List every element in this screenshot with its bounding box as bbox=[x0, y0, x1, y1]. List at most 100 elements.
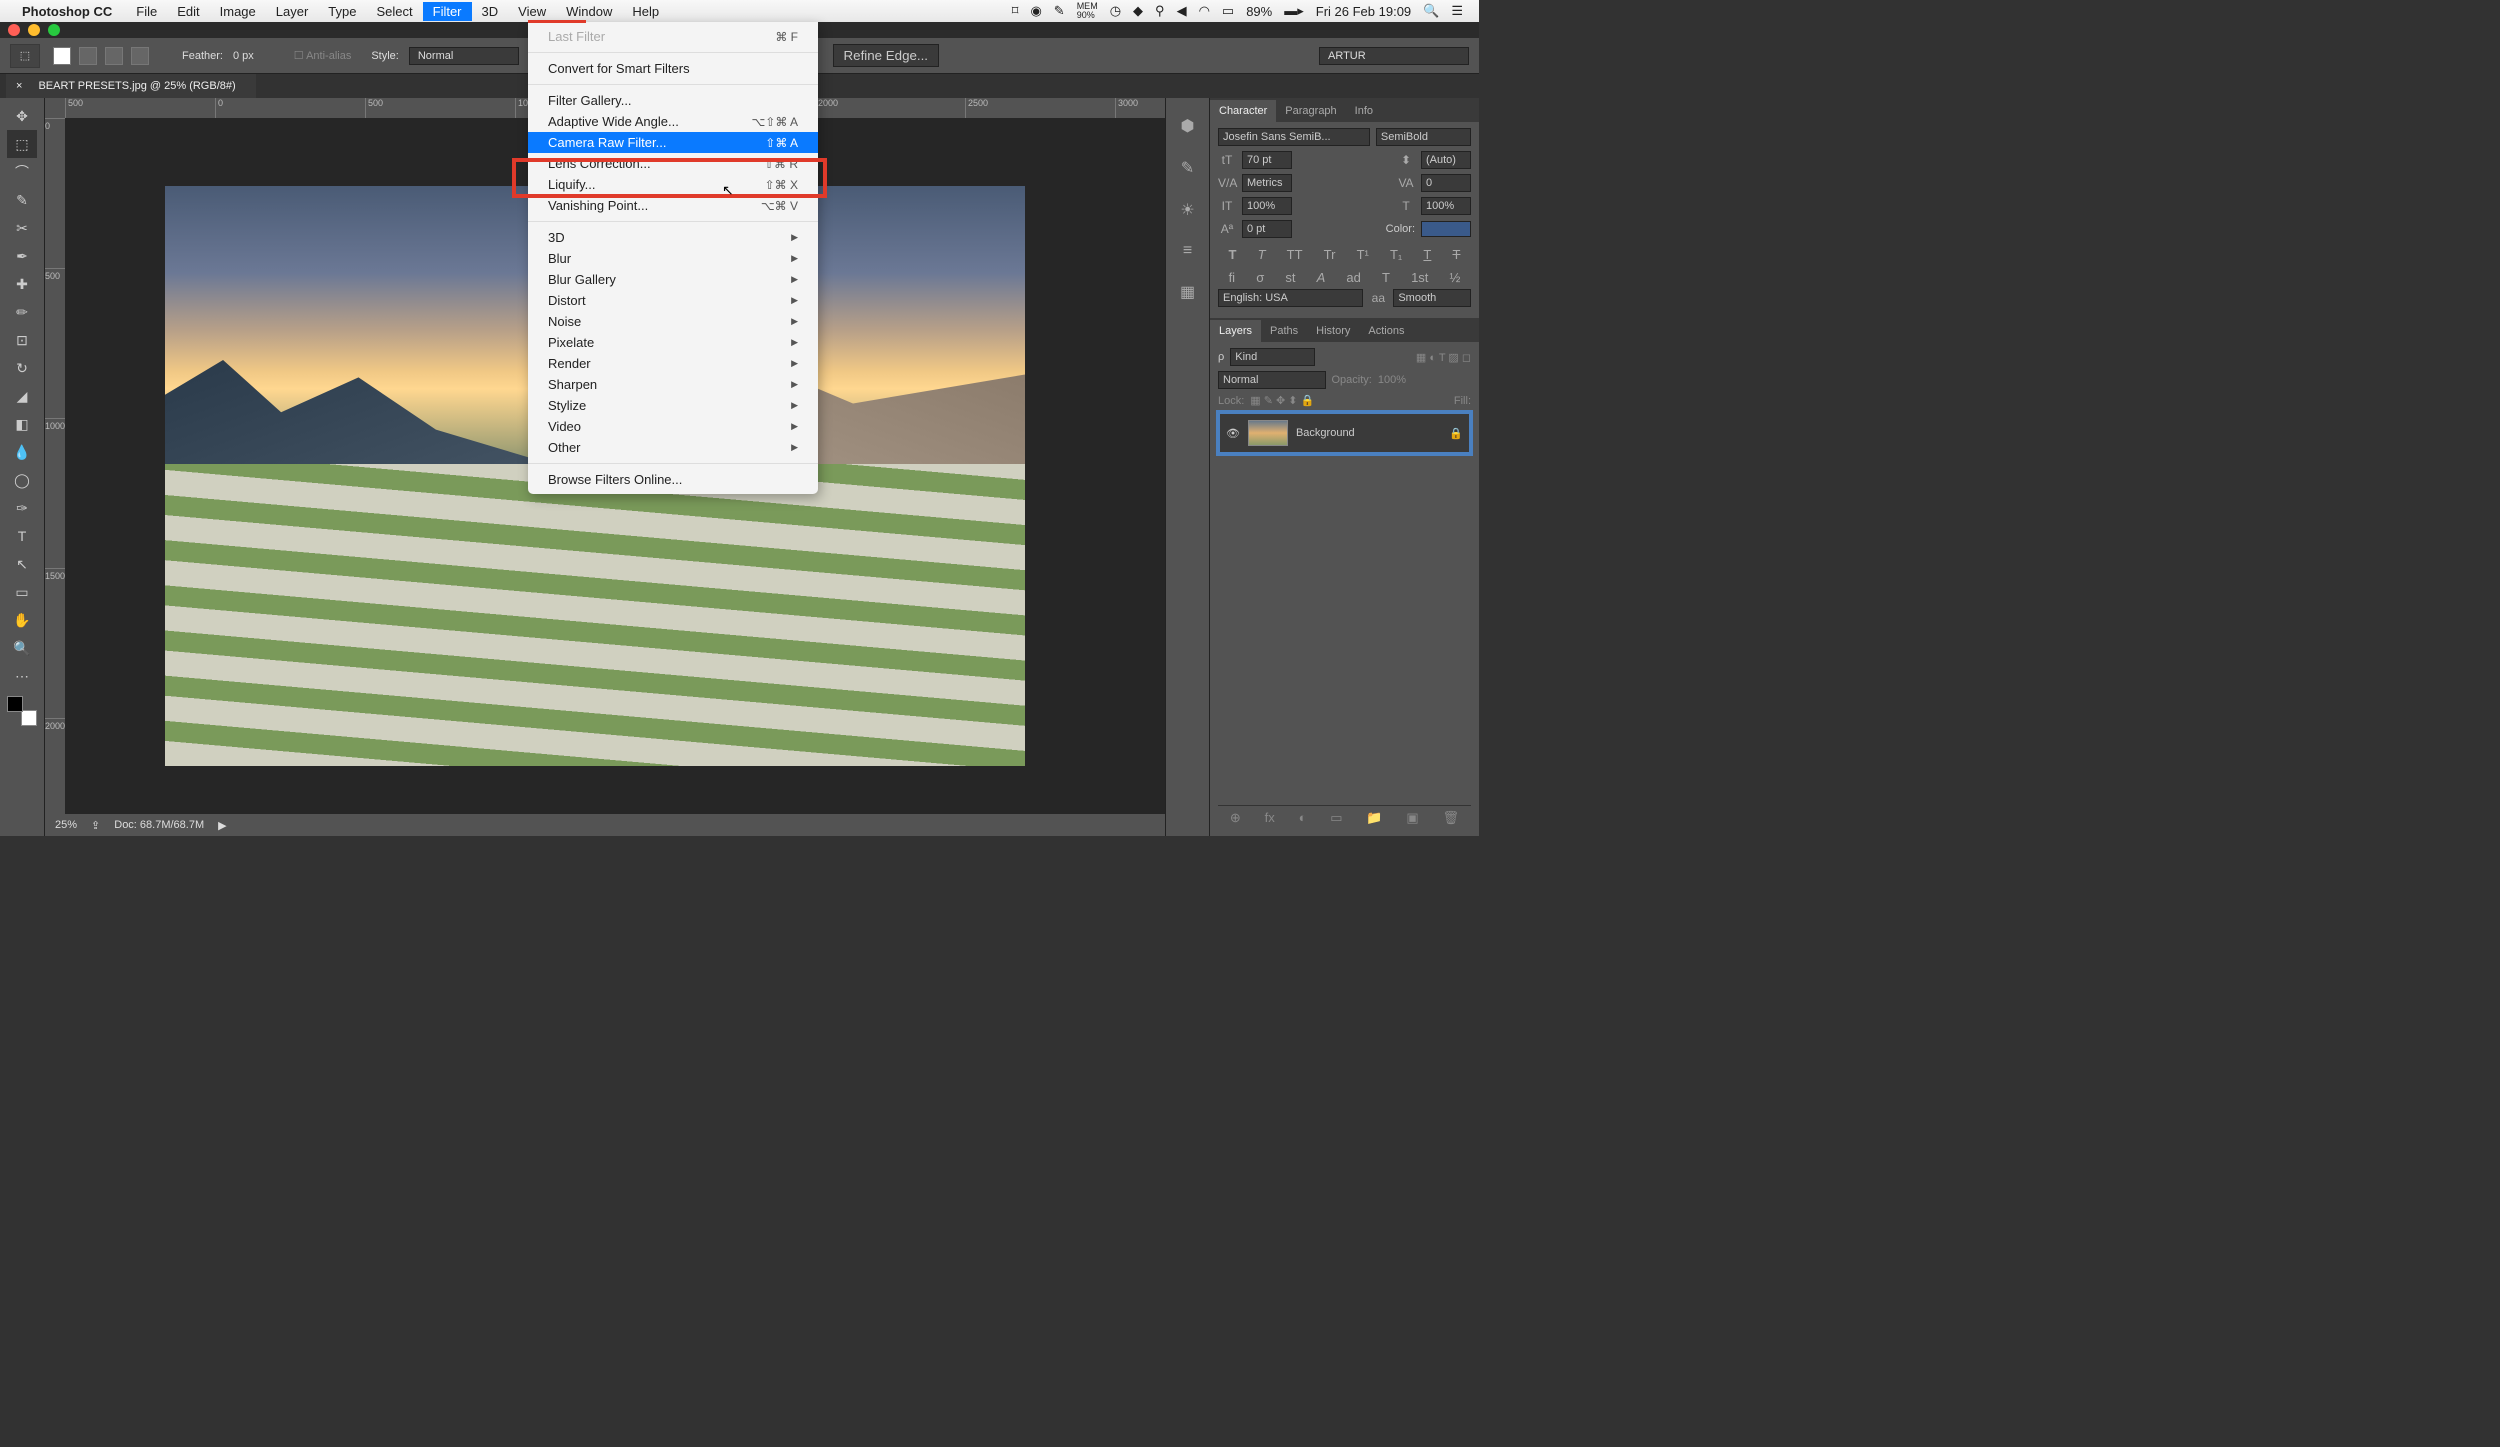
brushes-panel-icon[interactable]: ✎ bbox=[1181, 158, 1194, 178]
layer-name[interactable]: Background bbox=[1296, 427, 1355, 439]
tracking-input[interactable]: 0 bbox=[1421, 174, 1471, 192]
leading-input[interactable]: (Auto) bbox=[1421, 151, 1471, 169]
brush-tool[interactable]: ✏ bbox=[7, 298, 37, 326]
share-icon[interactable]: ⇪ bbox=[91, 819, 100, 832]
layer-thumbnail[interactable] bbox=[1248, 420, 1288, 446]
menu-item-video[interactable]: Video bbox=[528, 416, 818, 437]
layer-visibility-icon[interactable]: 👁 bbox=[1226, 427, 1240, 440]
kerning-input[interactable]: Metrics bbox=[1242, 174, 1292, 192]
styles-panel-icon[interactable]: ≡ bbox=[1183, 242, 1192, 260]
sync-icon[interactable]: ◷ bbox=[1110, 3, 1121, 19]
tab-info[interactable]: Info bbox=[1346, 100, 1382, 122]
menu-item-render[interactable]: Render bbox=[528, 353, 818, 374]
menu-item-pixelate[interactable]: Pixelate bbox=[528, 332, 818, 353]
menu-layer[interactable]: Layer bbox=[266, 2, 319, 21]
vertical-ruler[interactable]: 0500100015002000 bbox=[45, 118, 65, 816]
quick-select-tool[interactable]: ✎ bbox=[7, 186, 37, 214]
path-select-tool[interactable]: ↖ bbox=[7, 550, 37, 578]
history-brush-tool[interactable]: ↻ bbox=[7, 354, 37, 382]
menu-3d[interactable]: 3D bbox=[472, 2, 509, 21]
adjustments-panel-icon[interactable]: ☀ bbox=[1180, 200, 1194, 220]
menu-item-stylize[interactable]: Stylize bbox=[528, 395, 818, 416]
zoom-window-button[interactable] bbox=[48, 24, 60, 36]
opentype-buttons[interactable]: fiσstAadT1st½ bbox=[1218, 266, 1471, 289]
move-tool[interactable]: ✥ bbox=[7, 102, 37, 130]
tab-actions[interactable]: Actions bbox=[1359, 320, 1413, 342]
antialias-select[interactable]: Smooth bbox=[1393, 289, 1471, 307]
menu-item-distort[interactable]: Distort bbox=[528, 290, 818, 311]
3d-panel-icon[interactable]: ⬢ bbox=[1181, 116, 1195, 136]
app-name[interactable]: Photoshop CC bbox=[22, 4, 112, 19]
menu-item-browse-filters-online-[interactable]: Browse Filters Online... bbox=[528, 469, 818, 490]
opacity-input[interactable]: 100% bbox=[1378, 374, 1406, 386]
zoom-tool[interactable]: 🔍 bbox=[7, 634, 37, 662]
swatches-panel-icon[interactable]: ▦ bbox=[1180, 282, 1195, 302]
menu-type[interactable]: Type bbox=[318, 2, 366, 21]
tab-character[interactable]: Character bbox=[1210, 100, 1276, 122]
battery-icon[interactable]: ▬▸ bbox=[1284, 3, 1304, 19]
feather-value[interactable]: 0 px bbox=[233, 50, 254, 62]
menu-select[interactable]: Select bbox=[366, 2, 422, 21]
menu-item-lens-correction-[interactable]: Lens Correction...⇧⌘ R bbox=[528, 153, 818, 174]
close-window-button[interactable] bbox=[8, 24, 20, 36]
menu-icon[interactable]: ☰ bbox=[1451, 3, 1463, 19]
language-select[interactable]: English: USA bbox=[1218, 289, 1363, 307]
spotlight-icon[interactable]: 🔍 bbox=[1423, 3, 1439, 19]
clock[interactable]: Fri 26 Feb 19:09 bbox=[1316, 4, 1411, 19]
tab-paragraph[interactable]: Paragraph bbox=[1276, 100, 1345, 122]
menu-window[interactable]: Window bbox=[556, 2, 622, 21]
notif-icon[interactable]: ◆ bbox=[1133, 3, 1143, 19]
layer-lock-icon[interactable]: 🔒 bbox=[1449, 427, 1463, 440]
minimize-window-button[interactable] bbox=[28, 24, 40, 36]
blend-mode-select[interactable]: Normal bbox=[1218, 371, 1326, 389]
menu-filter[interactable]: Filter bbox=[423, 2, 472, 21]
marquee-mode-icons[interactable] bbox=[50, 47, 152, 65]
menu-item-liquify-[interactable]: Liquify...⇧⌘ X bbox=[528, 174, 818, 195]
marquee-tool[interactable]: ⬚ bbox=[7, 130, 37, 158]
gradient-tool[interactable]: ◧ bbox=[7, 410, 37, 438]
menu-help[interactable]: Help bbox=[622, 2, 669, 21]
eyedropper-tool[interactable]: ✒ bbox=[7, 242, 37, 270]
document-tab[interactable]: × BEART PRESETS.jpg @ 25% (RGB/8#) bbox=[6, 74, 256, 98]
shape-tool[interactable]: ▭ bbox=[7, 578, 37, 606]
menu-item-sharpen[interactable]: Sharpen bbox=[528, 374, 818, 395]
menu-item-convert-for-smart-filters[interactable]: Convert for Smart Filters bbox=[528, 58, 818, 79]
font-weight-select[interactable]: SemiBold bbox=[1376, 128, 1471, 146]
wifi-icon[interactable]: ◠ bbox=[1199, 3, 1210, 19]
volume-icon[interactable]: ◀ bbox=[1177, 3, 1187, 19]
type-tool[interactable]: T bbox=[7, 522, 37, 550]
workspace-select[interactable]: ARTUR bbox=[1319, 47, 1469, 65]
menu-item-adaptive-wide-angle-[interactable]: Adaptive Wide Angle...⌥⇧⌘ A bbox=[528, 111, 818, 132]
menu-item-blur[interactable]: Blur bbox=[528, 248, 818, 269]
menu-item-filter-gallery-[interactable]: Filter Gallery... bbox=[528, 90, 818, 111]
crop-tool[interactable]: ✂ bbox=[7, 214, 37, 242]
tab-layers[interactable]: Layers bbox=[1210, 320, 1261, 342]
menu-item-blur-gallery[interactable]: Blur Gallery bbox=[528, 269, 818, 290]
tab-paths[interactable]: Paths bbox=[1261, 320, 1307, 342]
edit-toolbar[interactable]: ⋯ bbox=[7, 662, 37, 690]
eraser-tool[interactable]: ◢ bbox=[7, 382, 37, 410]
healing-tool[interactable]: ✚ bbox=[7, 270, 37, 298]
cc-icon[interactable]: ◉ bbox=[1030, 3, 1041, 19]
dropbox-icon[interactable]: ⌑ bbox=[1012, 3, 1019, 19]
baseline-input[interactable]: 0 pt bbox=[1242, 220, 1292, 238]
tab-history[interactable]: History bbox=[1307, 320, 1359, 342]
antialias-checkbox[interactable]: Anti-alias bbox=[306, 50, 351, 62]
foreground-background-colors[interactable] bbox=[7, 696, 37, 726]
refine-edge-button[interactable]: Refine Edge... bbox=[833, 44, 939, 67]
hand-tool[interactable]: ✋ bbox=[7, 606, 37, 634]
menu-item-vanishing-point-[interactable]: Vanishing Point...⌥⌘ V bbox=[528, 195, 818, 216]
font-size-input[interactable]: 70 pt bbox=[1242, 151, 1292, 169]
zoom-level[interactable]: 25% bbox=[55, 819, 77, 831]
menu-file[interactable]: File bbox=[126, 2, 167, 21]
tool-preset-icon[interactable]: ⬚ bbox=[10, 44, 40, 68]
layers-footer-buttons[interactable]: ⊕fx◐▭📁▣🗑 bbox=[1218, 805, 1471, 830]
pen-tool[interactable]: ✑ bbox=[7, 494, 37, 522]
display-icon[interactable]: ▭ bbox=[1222, 3, 1234, 19]
blur-tool[interactable]: 💧 bbox=[7, 438, 37, 466]
menu-item-camera-raw-filter-[interactable]: Camera Raw Filter...⇧⌘ A bbox=[528, 132, 818, 153]
text-color-swatch[interactable] bbox=[1421, 221, 1471, 237]
menu-view[interactable]: View bbox=[508, 2, 556, 21]
menu-image[interactable]: Image bbox=[210, 2, 266, 21]
vscale-input[interactable]: 100% bbox=[1242, 197, 1292, 215]
